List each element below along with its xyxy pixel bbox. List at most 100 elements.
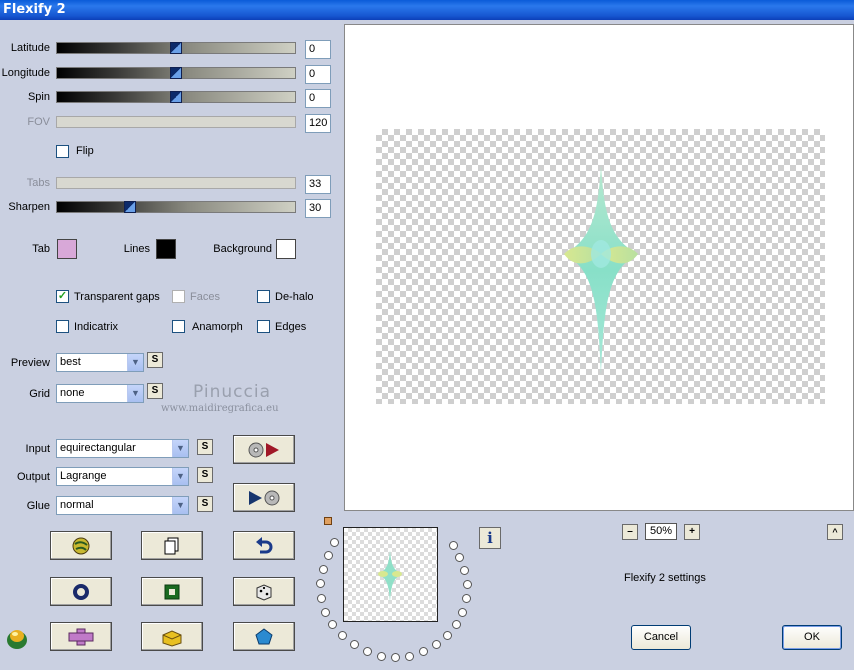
sharpen-thumb[interactable] [124, 201, 136, 213]
latitude-thumb[interactable] [170, 42, 182, 54]
cube-icon [162, 629, 182, 647]
fov-value: 120 [305, 114, 331, 133]
zoom-level: 50% [645, 523, 677, 540]
anamorph-label: Anamorph [192, 321, 243, 333]
tabs-value: 33 [305, 175, 331, 194]
cross-icon [68, 628, 94, 645]
indicatrix-label: Indicatrix [74, 321, 119, 333]
dice-button[interactable] [233, 577, 295, 606]
input-select-value: equirectangular [60, 442, 136, 454]
frame-button[interactable] [141, 577, 203, 606]
glue-select[interactable]: normal ▼ [56, 496, 189, 515]
anamorph-checkbox[interactable] [172, 320, 185, 333]
spin-label: Spin [27, 91, 50, 103]
faces-label: Faces [190, 291, 220, 303]
grid-label: Grid [29, 388, 50, 400]
chevron-down-icon: ▼ [172, 497, 188, 514]
watermark-url: www.maidiregrafica.eu [161, 403, 279, 414]
latitude-value[interactable]: 0 [305, 40, 331, 59]
spin-value[interactable]: 0 [305, 89, 331, 108]
output-s-button[interactable]: S [197, 467, 213, 483]
input-s-button[interactable]: S [197, 439, 213, 455]
sharpen-value[interactable]: 30 [305, 199, 331, 218]
ok-button[interactable]: OK [782, 625, 842, 650]
zoom-out-button[interactable]: – [622, 524, 638, 540]
longitude-slider[interactable] [56, 67, 296, 79]
preview-select[interactable]: best ▼ [56, 353, 144, 372]
preview-s-button[interactable]: S [147, 352, 163, 368]
glue-s-button[interactable]: S [197, 496, 213, 512]
settings-label: Flexify 2 settings [624, 572, 706, 584]
navigator-handle[interactable] [324, 517, 332, 525]
disk-play-icon [248, 442, 279, 457]
transparent-gaps-checkbox[interactable]: ✓ [56, 290, 69, 303]
fov-slider [56, 116, 296, 128]
grid-select-value: none [60, 387, 85, 399]
tab-color-swatch[interactable] [57, 239, 77, 259]
edges-label: Edges [275, 321, 307, 333]
watermark-name: Pinuccia [193, 382, 271, 402]
expand-button[interactable]: ^ [827, 524, 843, 540]
cube-button[interactable] [141, 622, 203, 651]
tab-color-label: Tab [32, 243, 50, 255]
indicatrix-checkbox[interactable] [56, 320, 69, 333]
sharpen-slider[interactable] [56, 201, 296, 213]
dice-icon [256, 583, 272, 601]
info-icon: i [487, 529, 493, 547]
fov-label: FOV [27, 116, 50, 128]
undo-button[interactable] [233, 531, 295, 560]
lines-color-label: Lines [123, 243, 150, 255]
zoom-in-button[interactable]: + [684, 524, 700, 540]
preview-canvas[interactable] [376, 129, 825, 404]
sharpen-label: Sharpen [8, 201, 50, 213]
undo-icon [256, 536, 273, 553]
play-to-disk-button[interactable] [233, 483, 295, 512]
thumbnail-star-image [378, 550, 402, 602]
star-shape-image [564, 165, 638, 375]
ring-button[interactable] [50, 577, 112, 606]
randomize-button[interactable] [50, 531, 112, 560]
output-select-value: Lagrange [60, 470, 107, 482]
chevron-down-icon: ▼ [172, 468, 188, 485]
edges-checkbox[interactable] [257, 320, 270, 333]
chevron-down-icon: ▼ [127, 354, 143, 371]
globe-icon [72, 537, 90, 554]
frame-icon [164, 584, 180, 599]
chevron-down-icon: ▼ [127, 385, 143, 402]
ring-icon [73, 583, 89, 600]
cross-button[interactable] [50, 622, 112, 651]
longitude-value[interactable]: 0 [305, 65, 331, 84]
de-halo-label: De-halo [275, 291, 314, 303]
spin-thumb[interactable] [170, 91, 182, 103]
copy-icon [164, 537, 179, 554]
flip-checkbox[interactable] [56, 145, 69, 158]
latitude-slider[interactable] [56, 42, 296, 54]
de-halo-checkbox[interactable] [257, 290, 270, 303]
tabs-label: Tabs [26, 177, 50, 189]
pentagon-button[interactable] [233, 622, 295, 651]
copy-button[interactable] [141, 531, 203, 560]
faces-checkbox [172, 290, 185, 303]
preview-label: Preview [10, 357, 50, 369]
thumbnail-preview[interactable] [343, 527, 438, 622]
glue-select-value: normal [60, 499, 94, 511]
latitude-label: Latitude [10, 42, 50, 54]
info-button[interactable]: i [479, 527, 501, 549]
longitude-label: Longitude [1, 67, 50, 79]
transparent-gaps-label: Transparent gaps [74, 291, 160, 303]
input-select[interactable]: equirectangular ▼ [56, 439, 189, 458]
grid-select[interactable]: none ▼ [56, 384, 144, 403]
output-select[interactable]: Lagrange ▼ [56, 467, 189, 486]
title-bar[interactable]: Flexify 2 [0, 0, 854, 20]
longitude-thumb[interactable] [170, 67, 182, 79]
tabs-slider [56, 177, 296, 189]
grid-s-button[interactable]: S [147, 383, 163, 399]
spin-slider[interactable] [56, 91, 296, 103]
play-disk-icon [249, 490, 280, 505]
cancel-button[interactable]: Cancel [631, 625, 691, 650]
lines-color-swatch[interactable] [156, 239, 176, 259]
background-color-swatch[interactable] [276, 239, 296, 259]
window-title: Flexify 2 [3, 2, 66, 17]
output-label: Output [16, 471, 50, 483]
disk-to-play-button[interactable] [233, 435, 295, 464]
